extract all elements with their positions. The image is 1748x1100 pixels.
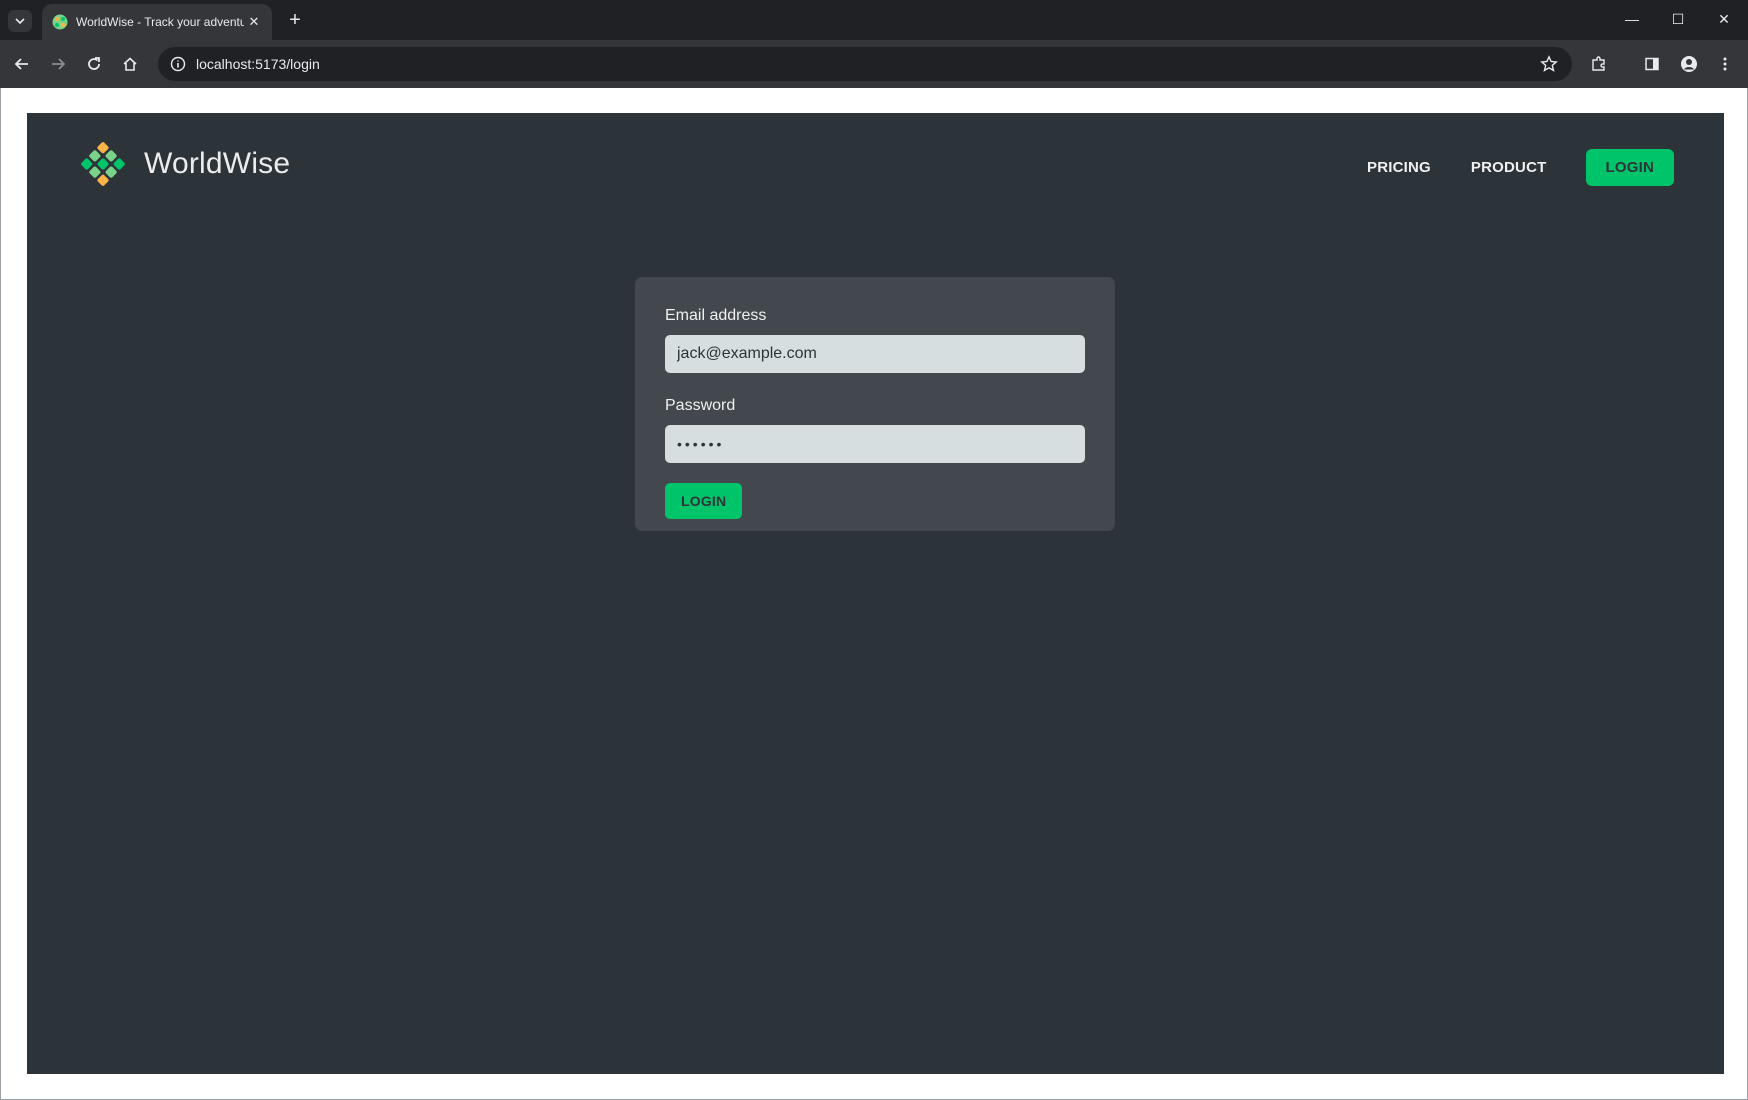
nav-link-pricing[interactable]: PRICING	[1367, 159, 1431, 176]
reload-icon	[88, 57, 100, 70]
brand-logo[interactable]: WorldWise	[76, 137, 290, 191]
tab-close-icon[interactable]: ✕	[246, 14, 262, 30]
address-bar[interactable]: localhost:5173/login	[158, 47, 1572, 81]
back-button[interactable]	[11, 53, 33, 75]
password-field[interactable]: ••••••	[665, 425, 1085, 463]
site-info-icon[interactable]	[170, 56, 186, 72]
kebab-menu-icon	[1723, 57, 1727, 71]
new-tab-button[interactable]: +	[284, 10, 306, 32]
browser-tab-active[interactable]: WorldWise - Track your adventures ✕	[42, 4, 272, 40]
window-minimize-button[interactable]: —	[1617, 8, 1647, 30]
arrow-left-icon	[14, 58, 28, 70]
window-maximize-button[interactable]: ☐	[1663, 8, 1693, 30]
email-field[interactable]	[665, 335, 1085, 373]
brand-name: WorldWise	[144, 147, 291, 180]
email-label: Email address	[665, 307, 767, 324]
side-panel-button[interactable]	[1641, 53, 1663, 75]
nav-link-product[interactable]: PRODUCT	[1471, 159, 1547, 176]
arrow-right-icon	[52, 58, 66, 70]
worldwise-favicon-icon	[52, 14, 68, 30]
side-panel-icon	[1645, 57, 1659, 71]
home-button[interactable]	[119, 53, 141, 75]
forward-button[interactable]	[47, 53, 69, 75]
login-submit-button[interactable]: LOGIN	[665, 483, 743, 519]
tab-title: WorldWise - Track your adventures	[76, 15, 244, 29]
profile-button[interactable]	[1678, 53, 1700, 75]
browser-menu-button[interactable]	[1714, 53, 1736, 75]
home-icon	[123, 57, 137, 71]
worldwise-globe-icon	[77, 138, 129, 190]
password-label: Password	[665, 397, 736, 414]
main-nav: PRICING PRODUCT LOGIN	[1327, 149, 1674, 186]
app-container: WorldWise PRICING PRODUCT LOGIN Email ad…	[27, 113, 1724, 1074]
extensions-button[interactable]	[1588, 53, 1610, 75]
reload-button[interactable]	[83, 53, 105, 75]
login-form: Email address Password •••••• LOGIN	[635, 277, 1115, 531]
profile-avatar-icon	[1681, 56, 1697, 72]
tab-search-button[interactable]	[8, 10, 32, 32]
puzzle-piece-icon	[1592, 56, 1605, 71]
bookmark-star-icon[interactable]	[1540, 55, 1558, 73]
nav-login-button[interactable]: LOGIN	[1585, 149, 1674, 186]
browser-toolbar: localhost:5173/login	[0, 40, 1748, 88]
url-text: localhost:5173/login	[196, 56, 320, 72]
window-close-button[interactable]: ✕	[1709, 8, 1739, 30]
page-viewport: WorldWise PRICING PRODUCT LOGIN Email ad…	[0, 88, 1748, 1100]
chevron-down-icon	[15, 18, 25, 25]
browser-tab-strip: WorldWise - Track your adventures ✕ + — …	[0, 0, 1748, 40]
